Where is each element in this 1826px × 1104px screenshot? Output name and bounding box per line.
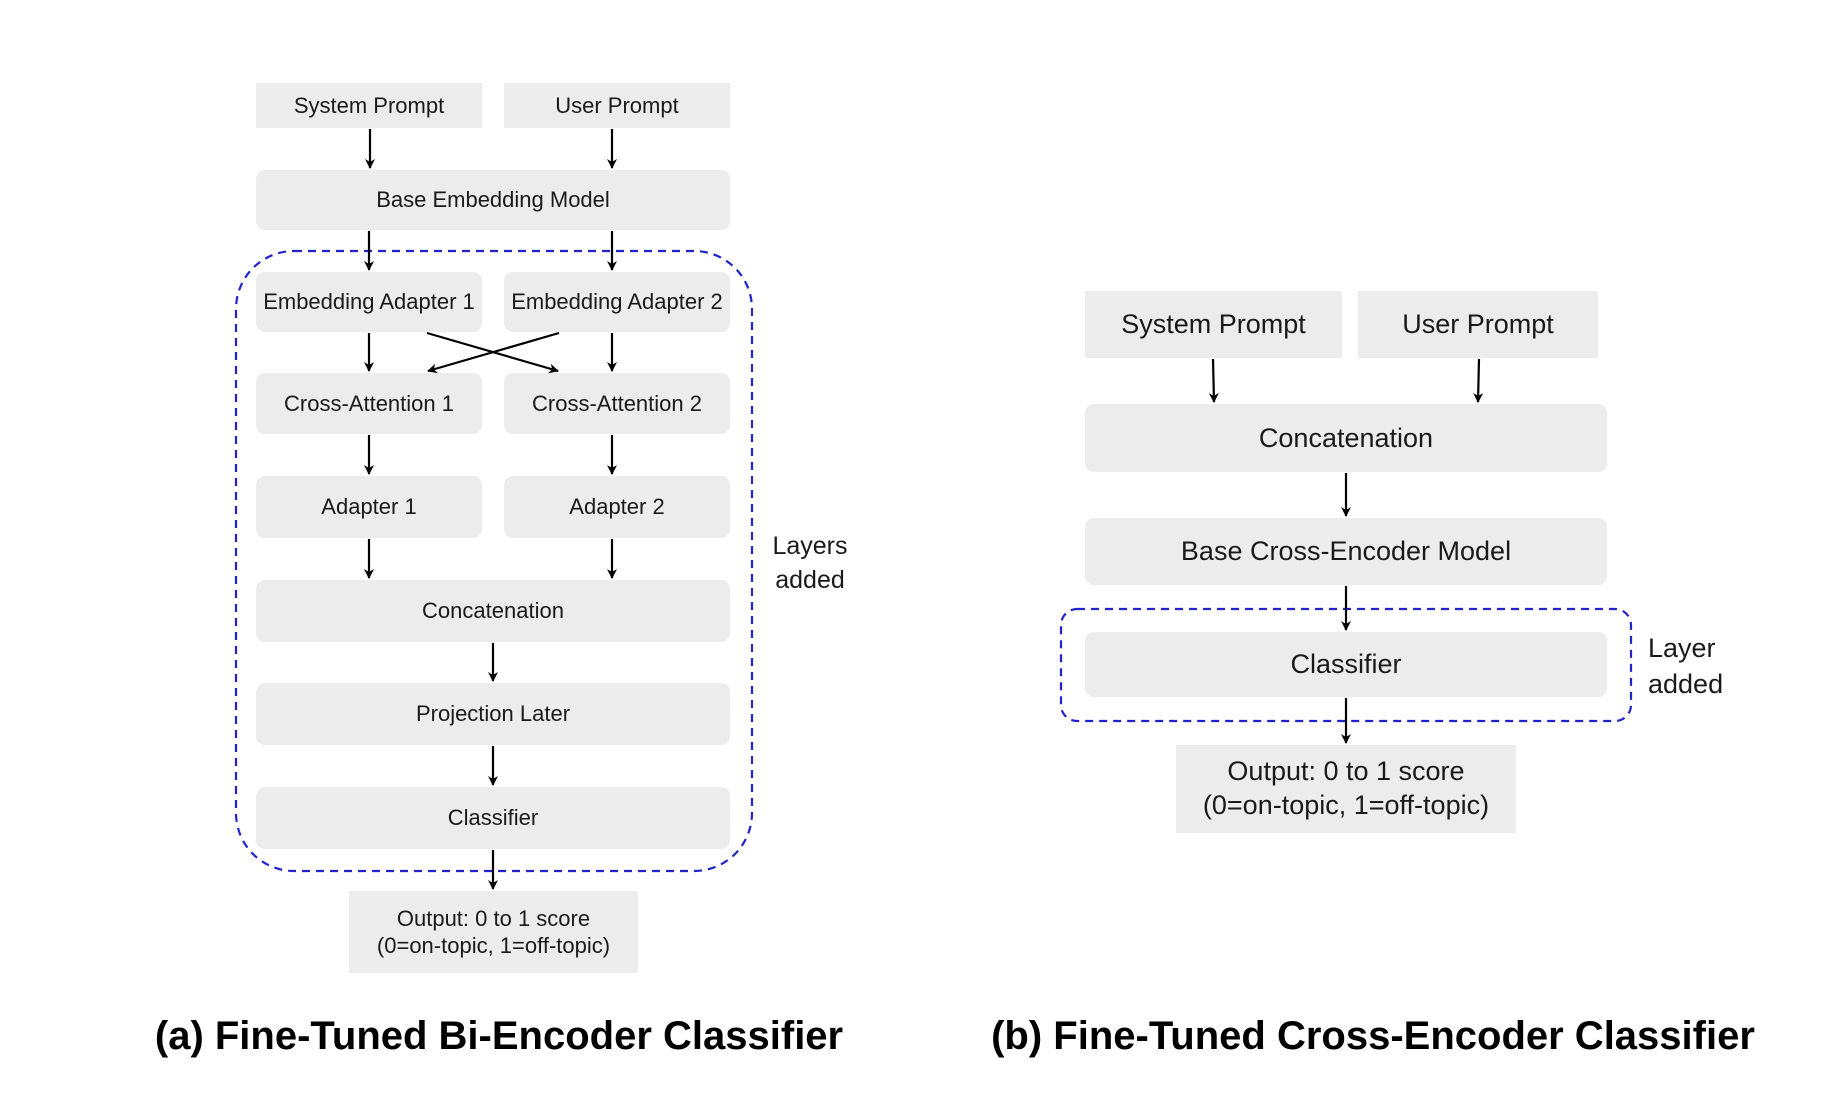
- system-prompt-label: System Prompt: [1121, 309, 1306, 339]
- embedding-adapter-2-node: Embedding Adapter 2: [504, 272, 730, 332]
- classifier-label: Classifier: [447, 805, 539, 830]
- caption-a: (a) Fine-Tuned Bi-Encoder Classifier: [154, 1014, 844, 1058]
- caption-b: (b) Fine-Tuned Cross-Encoder Classifier: [991, 1014, 1755, 1058]
- cross-attention-1-label: Cross-Attention 1: [284, 390, 454, 416]
- layers-added-line-1: Layers: [772, 532, 848, 560]
- classifier-label: Classifier: [1290, 649, 1402, 679]
- user-prompt-label: User Prompt: [555, 92, 679, 118]
- output-line-1: Output: 0 to 1 score: [396, 905, 591, 931]
- system-prompt-node-b: System Prompt: [1085, 291, 1342, 358]
- projection-layer-label: Projection Later: [415, 701, 571, 726]
- concatenation-label: Concatenation: [1258, 422, 1434, 453]
- output-line-1: Output: 0 to 1 score: [1227, 756, 1465, 787]
- adapter-1-label: Adapter 1: [321, 494, 417, 519]
- base-cross-encoder-model-node: Base Cross-Encoder Model: [1085, 518, 1607, 585]
- embedding-adapter-1-label: Embedding Adapter 1: [263, 289, 475, 314]
- system-prompt-label: System Prompt: [293, 92, 445, 118]
- arrow-user-to-concat-b: [1473, 358, 1484, 403]
- adapter-2-label: Adapter 2: [569, 494, 665, 519]
- output-node-b: Output: 0 to 1 score (0=on-topic, 1=off-…: [1176, 745, 1516, 833]
- system-prompt-node-a: System Prompt: [256, 83, 482, 128]
- base-embedding-model-node: Base Embedding Model: [256, 170, 730, 230]
- arrow-embadapter2-to-crossatt1: [427, 331, 560, 374]
- user-prompt-label: User Prompt: [1402, 309, 1554, 339]
- embedding-adapter-2-label: Embedding Adapter 2: [511, 289, 723, 314]
- arrow-system-to-concat-b: [1208, 358, 1219, 403]
- layers-added-label: Layers added: [760, 530, 860, 598]
- user-prompt-node-a: User Prompt: [504, 83, 730, 128]
- layers-added-line-2: added: [775, 565, 845, 594]
- cross-attention-1-node: Cross-Attention 1: [256, 373, 482, 434]
- layer-added-label: Layer added: [1648, 630, 1744, 703]
- cross-attention-2-label: Cross-Attention 2: [532, 390, 702, 416]
- base-embedding-model-label: Base Embedding Model: [376, 187, 610, 212]
- concatenation-node-b: Concatenation: [1085, 404, 1607, 472]
- adapter-2-node: Adapter 2: [504, 476, 730, 538]
- cross-attention-2-node: Cross-Attention 2: [504, 373, 730, 434]
- base-cross-encoder-model-label: Base Cross-Encoder Model: [1180, 536, 1512, 566]
- adapter-1-node: Adapter 1: [256, 476, 482, 538]
- embedding-adapter-1-node: Embedding Adapter 1: [256, 272, 482, 332]
- projection-layer-node: Projection Later: [256, 683, 730, 745]
- concatenation-label: Concatenation: [422, 598, 564, 623]
- output-line-2: (0=on-topic, 1=off-topic): [1202, 790, 1490, 820]
- arrow-embadapter1-to-crossatt2: [426, 331, 559, 374]
- layer-added-line-1: Layer: [1648, 633, 1716, 663]
- output-node-a: Output: 0 to 1 score (0=on-topic, 1=off-…: [349, 891, 638, 973]
- output-line-2: (0=on-topic, 1=off-topic): [376, 933, 611, 958]
- layer-added-line-2: added: [1648, 669, 1724, 700]
- user-prompt-node-b: User Prompt: [1358, 291, 1598, 358]
- layers-added-group-a: [234, 249, 754, 873]
- classifier-node-b: Classifier: [1085, 632, 1607, 697]
- concatenation-node-a: Concatenation: [256, 580, 730, 642]
- classifier-node-a: Classifier: [256, 787, 730, 849]
